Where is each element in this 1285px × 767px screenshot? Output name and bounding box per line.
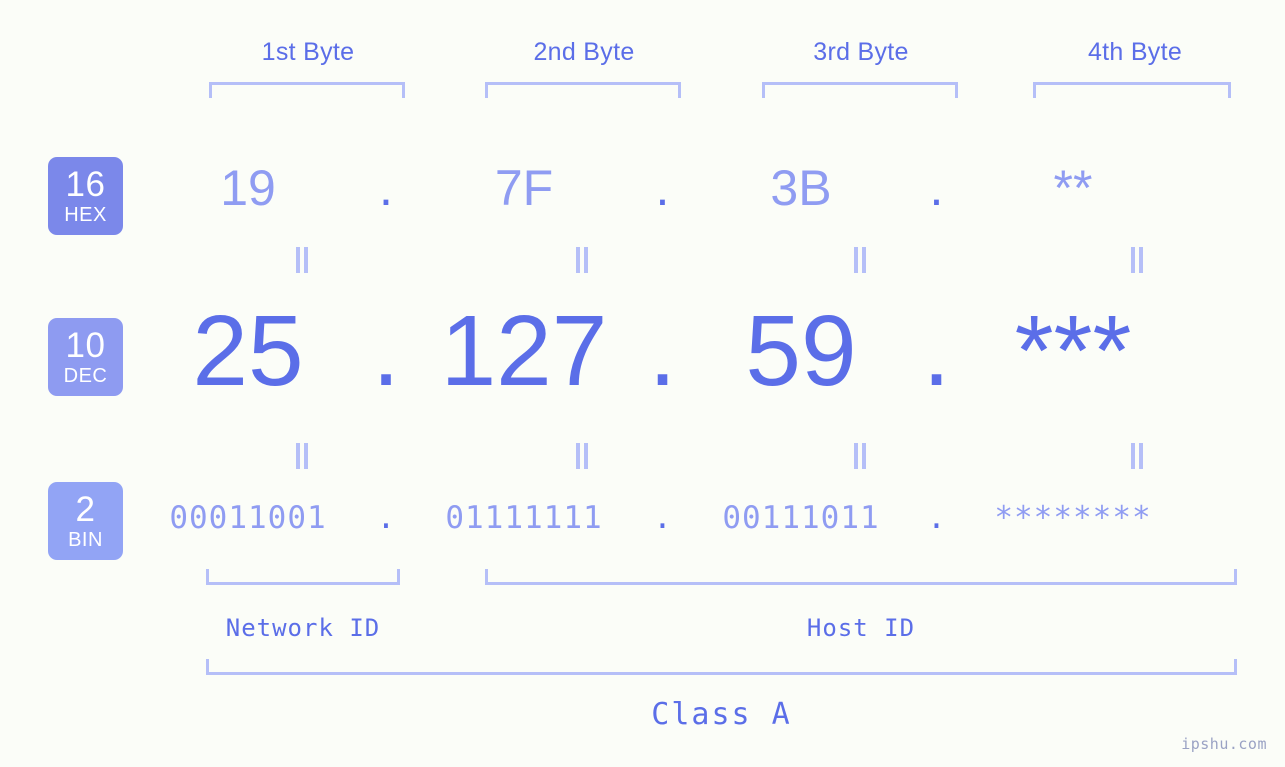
base-badge-dec-number: 10	[65, 326, 106, 365]
hex-separator-3: .	[929, 160, 944, 216]
byte-header-1: 1st Byte	[261, 38, 355, 66]
base-badge-dec-name: DEC	[63, 365, 108, 387]
dec-separator-2: .	[648, 295, 677, 407]
dec-byte-4: ***	[1014, 295, 1132, 407]
dec-byte-2: 127	[440, 295, 608, 407]
byte-bracket-3	[762, 82, 958, 98]
hex-byte-3: 3B	[770, 160, 832, 216]
dec-byte-3: 59	[745, 295, 857, 407]
dec-separator-1: .	[372, 295, 400, 407]
site-watermark: ipshu.com	[1181, 735, 1267, 753]
byte-bracket-2	[485, 82, 681, 98]
bin-separator-3: .	[927, 500, 946, 536]
bin-byte-2: 01111111	[445, 500, 603, 536]
network-id-label: Network ID	[225, 614, 381, 642]
bin-separator-1: .	[376, 500, 396, 536]
equals-marker-hex-dec-2	[573, 247, 591, 273]
ip-address-breakdown-diagram: 1st Byte 2nd Byte 3rd Byte 4th Byte 16 H…	[0, 0, 1285, 767]
hex-separator-2: .	[655, 160, 670, 216]
hex-byte-2: 7F	[494, 160, 554, 216]
base-badge-hex-name: HEX	[64, 204, 107, 226]
dec-value-row: 25 . 127 . 59 . ***	[150, 296, 1255, 406]
base-badge-hex: 16 HEX	[48, 157, 123, 235]
equals-marker-dec-bin-2	[573, 443, 591, 469]
bin-byte-1: 00011001	[169, 500, 327, 536]
byte-header-3: 3rd Byte	[813, 38, 909, 66]
bin-byte-3: 00111011	[722, 500, 880, 536]
hex-byte-4: **	[1053, 160, 1093, 216]
bin-separator-2: .	[653, 500, 672, 536]
byte-bracket-1	[209, 82, 405, 98]
dec-byte-1: 25	[192, 295, 304, 407]
equals-marker-hex-dec-4	[1128, 247, 1146, 273]
hex-value-row: 19 . 7F . 3B . **	[150, 152, 1255, 224]
byte-header-2: 2nd Byte	[533, 38, 635, 66]
host-id-bracket	[485, 569, 1237, 585]
equals-marker-dec-bin-3	[851, 443, 869, 469]
network-id-bracket	[206, 569, 400, 585]
byte-bracket-4	[1033, 82, 1231, 98]
dec-separator-3: .	[922, 295, 951, 407]
bin-value-row: 00011001 . 01111111 . 00111011 . *******…	[150, 492, 1255, 544]
hex-byte-1: 19	[220, 160, 276, 216]
base-badge-bin-number: 2	[75, 490, 96, 529]
class-bracket	[206, 659, 1237, 675]
base-badge-bin: 2 BIN	[48, 482, 123, 560]
equals-marker-hex-dec-1	[293, 247, 311, 273]
equals-marker-dec-bin-1	[293, 443, 311, 469]
bin-byte-4: ********	[994, 500, 1152, 536]
equals-marker-hex-dec-3	[851, 247, 869, 273]
byte-header-4: 4th Byte	[1087, 38, 1183, 66]
class-label: Class A	[651, 697, 792, 732]
host-id-label: Host ID	[806, 614, 916, 642]
base-badge-bin-name: BIN	[68, 529, 103, 551]
equals-marker-dec-bin-4	[1128, 443, 1146, 469]
hex-separator-1: .	[379, 160, 393, 216]
base-badge-dec: 10 DEC	[48, 318, 123, 396]
base-badge-hex-number: 16	[65, 165, 106, 204]
